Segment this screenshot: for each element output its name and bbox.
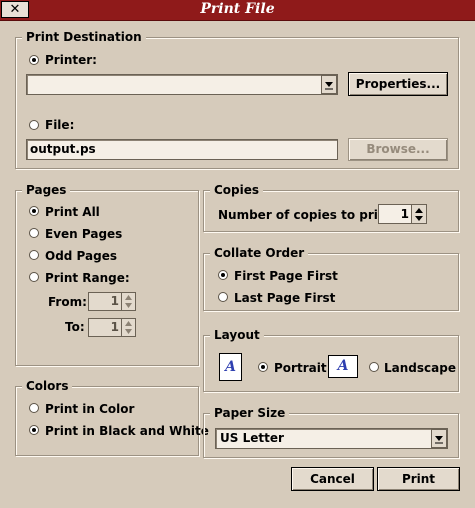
printer-label: Printer: <box>45 53 97 67</box>
print-range-label: Print Range: <box>45 271 130 285</box>
window-title: Print File <box>200 1 275 17</box>
collate-order-legend: Collate Order <box>210 246 309 260</box>
print-all-label: Print All <box>45 205 100 219</box>
paper-size-value: US Letter <box>220 431 284 445</box>
print-black-white-label: Print in Black and White <box>45 424 209 438</box>
even-pages-label: Even Pages <box>45 227 123 241</box>
paper-size-dropdown-button[interactable] <box>431 429 447 448</box>
landscape-radio[interactable] <box>369 362 379 372</box>
printer-dropdown-button[interactable] <box>321 75 337 94</box>
spin-arrows-icon <box>415 208 423 221</box>
chevron-down-icon <box>325 82 333 90</box>
odd-pages-radio[interactable] <box>29 250 39 260</box>
odd-pages-label: Odd Pages <box>45 249 117 263</box>
first-page-first-label: First Page First <box>234 269 338 283</box>
spin-arrows-icon <box>125 321 132 334</box>
file-radio[interactable] <box>29 120 39 130</box>
file-path-input[interactable]: output.ps <box>26 139 338 160</box>
chevron-down-icon <box>435 436 443 444</box>
last-page-first-label: Last Page First <box>234 291 336 305</box>
cancel-button[interactable]: Cancel <box>291 467 374 491</box>
copies-label: Number of copies to print: <box>218 208 397 222</box>
portrait-page-icon: A <box>219 353 242 381</box>
landscape-label: Landscape <box>384 361 456 375</box>
copies-stepper[interactable] <box>411 204 427 224</box>
landscape-page-icon: A <box>328 355 358 378</box>
print-in-color-radio[interactable] <box>29 403 39 413</box>
print-all-radio[interactable] <box>29 206 39 216</box>
portrait-label: Portrait <box>274 361 327 375</box>
from-label: From: <box>48 295 87 309</box>
layout-legend: Layout <box>210 328 264 342</box>
from-page-stepper[interactable] <box>121 292 136 311</box>
print-destination-legend: Print Destination <box>22 30 146 44</box>
print-black-white-radio[interactable] <box>29 425 39 435</box>
print-in-color-label: Print in Color <box>45 402 135 416</box>
even-pages-radio[interactable] <box>29 228 39 238</box>
portrait-radio[interactable] <box>258 362 268 372</box>
browse-button[interactable]: Browse... <box>348 138 448 161</box>
file-label: File: <box>45 118 75 132</box>
colors-group <box>15 386 199 456</box>
printer-select[interactable] <box>26 74 338 95</box>
first-page-first-radio[interactable] <box>218 270 228 280</box>
close-icon: ✕ <box>9 2 21 17</box>
close-button[interactable]: ✕ <box>1 1 29 18</box>
copies-input[interactable]: 1 <box>378 204 412 224</box>
to-page-stepper[interactable] <box>121 318 136 337</box>
printer-radio[interactable] <box>29 55 39 65</box>
pages-legend: Pages <box>22 183 71 197</box>
to-label: To: <box>65 320 85 334</box>
from-page-input[interactable]: 1 <box>88 292 122 311</box>
paper-size-select[interactable]: US Letter <box>215 428 448 449</box>
properties-button[interactable]: Properties... <box>348 72 448 96</box>
print-range-radio[interactable] <box>29 272 39 282</box>
copies-legend: Copies <box>210 183 264 197</box>
to-page-input[interactable]: 1 <box>88 318 122 337</box>
spin-arrows-icon <box>125 295 132 308</box>
print-button[interactable]: Print <box>377 467 460 491</box>
colors-legend: Colors <box>22 379 73 393</box>
paper-size-legend: Paper Size <box>210 406 290 420</box>
last-page-first-radio[interactable] <box>218 292 228 302</box>
